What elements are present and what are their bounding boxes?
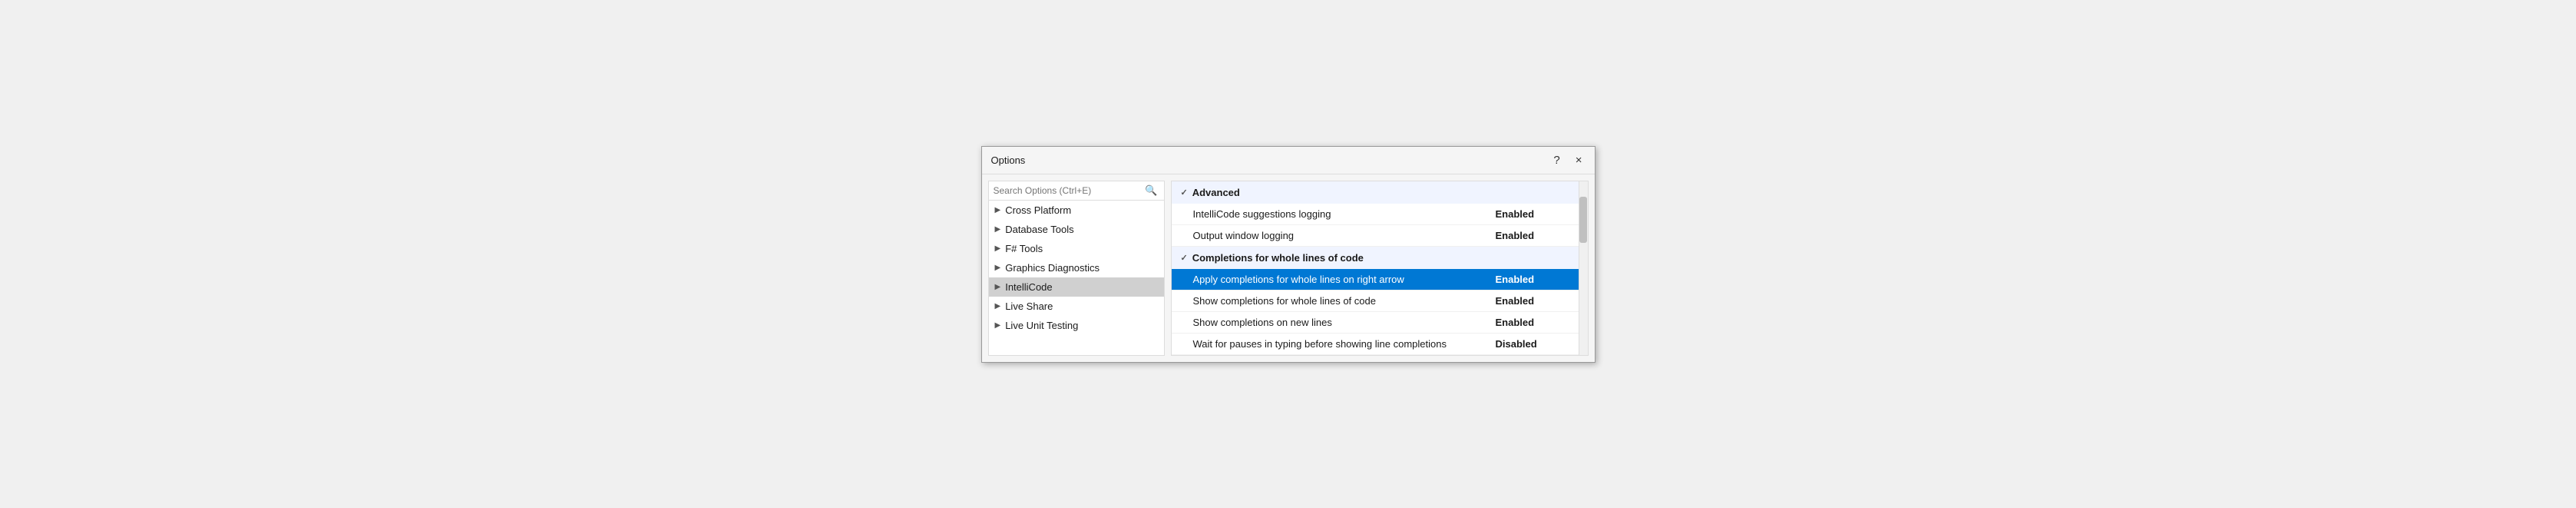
row-label-advanced-0: IntelliCode suggestions logging bbox=[1193, 208, 1496, 220]
row-value-advanced-1: Enabled bbox=[1496, 230, 1557, 241]
sidebar-arrow-intellicode: ▶ bbox=[995, 283, 1001, 291]
row-value-advanced-0: Enabled bbox=[1496, 208, 1557, 220]
section-label-advanced: Advanced bbox=[1192, 187, 1240, 198]
settings-row-completions-2[interactable]: Show completions on new lines Enabled bbox=[1172, 312, 1579, 334]
sidebar-label-fsharp-tools: F# Tools bbox=[1005, 243, 1043, 254]
sidebar-item-database-tools[interactable]: ▶ Database Tools bbox=[989, 220, 1164, 239]
row-value-completions-0: Enabled bbox=[1496, 274, 1557, 285]
collapse-arrow-completions: ✓ bbox=[1181, 253, 1188, 263]
sidebar-item-live-share[interactable]: ▶ Live Share bbox=[989, 297, 1164, 316]
row-label-advanced-1: Output window logging bbox=[1193, 230, 1496, 241]
title-bar: Options ? × bbox=[982, 147, 1595, 174]
title-bar-buttons: ? × bbox=[1550, 153, 1585, 168]
dialog-body: 🔍 ▶ Cross Platform▶ Database Tools▶ F# T… bbox=[982, 174, 1595, 362]
row-label-completions-2: Show completions on new lines bbox=[1193, 317, 1496, 328]
sidebar-label-cross-platform: Cross Platform bbox=[1005, 204, 1071, 216]
settings-row-completions-0[interactable]: Apply completions for whole lines on rig… bbox=[1172, 269, 1579, 291]
section-header-completions[interactable]: ✓ Completions for whole lines of code bbox=[1172, 247, 1579, 269]
main-panel: ✓ AdvancedIntelliCode suggestions loggin… bbox=[1171, 181, 1589, 356]
sidebar-item-cross-platform[interactable]: ▶ Cross Platform bbox=[989, 201, 1164, 220]
main-content: ✓ AdvancedIntelliCode suggestions loggin… bbox=[1172, 181, 1579, 355]
sidebar-arrow-cross-platform: ▶ bbox=[995, 206, 1001, 214]
sidebar-arrow-live-share: ▶ bbox=[995, 302, 1001, 310]
sidebar-arrow-database-tools: ▶ bbox=[995, 225, 1001, 234]
sidebar-item-fsharp-tools[interactable]: ▶ F# Tools bbox=[989, 239, 1164, 258]
close-button[interactable]: × bbox=[1572, 153, 1586, 168]
help-button[interactable]: ? bbox=[1550, 153, 1562, 168]
section-label-completions: Completions for whole lines of code bbox=[1192, 252, 1364, 264]
dialog-title: Options bbox=[991, 154, 1026, 166]
settings-row-completions-1[interactable]: Show completions for whole lines of code… bbox=[1172, 291, 1579, 312]
collapse-arrow-advanced: ✓ bbox=[1181, 188, 1188, 198]
scrollbar[interactable] bbox=[1579, 181, 1588, 355]
section-header-advanced[interactable]: ✓ Advanced bbox=[1172, 181, 1579, 204]
sidebar-label-graphics-diagnostics: Graphics Diagnostics bbox=[1005, 262, 1100, 274]
sidebar-arrow-graphics-diagnostics: ▶ bbox=[995, 264, 1001, 272]
search-box: 🔍 bbox=[989, 181, 1164, 201]
sidebar: 🔍 ▶ Cross Platform▶ Database Tools▶ F# T… bbox=[988, 181, 1165, 356]
row-value-completions-2: Enabled bbox=[1496, 317, 1557, 328]
sidebar-label-live-share: Live Share bbox=[1005, 300, 1053, 312]
sidebar-item-graphics-diagnostics[interactable]: ▶ Graphics Diagnostics bbox=[989, 258, 1164, 277]
search-icon-button[interactable]: 🔍 bbox=[1143, 184, 1159, 197]
scrollbar-thumb bbox=[1579, 197, 1587, 243]
sidebar-item-intellicode[interactable]: ▶ IntelliCode bbox=[989, 277, 1164, 297]
row-value-completions-3: Disabled bbox=[1496, 338, 1557, 350]
row-label-completions-3: Wait for pauses in typing before showing… bbox=[1193, 338, 1496, 350]
row-value-completions-1: Enabled bbox=[1496, 295, 1557, 307]
settings-row-completions-3[interactable]: Wait for pauses in typing before showing… bbox=[1172, 334, 1579, 355]
settings-row-advanced-0[interactable]: IntelliCode suggestions logging Enabled bbox=[1172, 204, 1579, 225]
sidebar-label-database-tools: Database Tools bbox=[1005, 224, 1073, 235]
sidebar-arrow-fsharp-tools: ▶ bbox=[995, 244, 1001, 253]
options-dialog: Options ? × 🔍 ▶ Cross Platform▶ Database… bbox=[981, 146, 1596, 363]
sidebar-label-live-unit-testing: Live Unit Testing bbox=[1005, 320, 1078, 331]
row-label-completions-0: Apply completions for whole lines on rig… bbox=[1193, 274, 1496, 285]
settings-row-advanced-1[interactable]: Output window logging Enabled bbox=[1172, 225, 1579, 247]
row-label-completions-1: Show completions for whole lines of code bbox=[1193, 295, 1496, 307]
search-input[interactable] bbox=[994, 185, 1141, 196]
sidebar-label-intellicode: IntelliCode bbox=[1005, 281, 1052, 293]
sidebar-item-live-unit-testing[interactable]: ▶ Live Unit Testing bbox=[989, 316, 1164, 335]
sidebar-list: ▶ Cross Platform▶ Database Tools▶ F# Too… bbox=[989, 201, 1164, 355]
main-panel-inner: ✓ AdvancedIntelliCode suggestions loggin… bbox=[1172, 181, 1588, 355]
sidebar-arrow-live-unit-testing: ▶ bbox=[995, 321, 1001, 330]
